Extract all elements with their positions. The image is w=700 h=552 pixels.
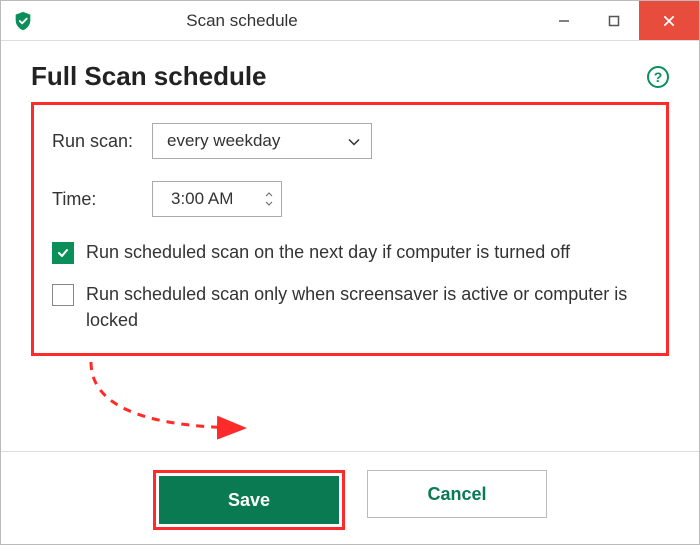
heading-row: Full Scan schedule ? bbox=[31, 61, 669, 92]
maximize-button[interactable] bbox=[589, 1, 639, 40]
scan-schedule-window: Scan schedule Full Scan schedule ? Run s… bbox=[0, 0, 700, 545]
close-button[interactable] bbox=[639, 1, 699, 40]
time-row: Time: 3:00 AM bbox=[52, 181, 648, 217]
save-button-highlight: Save bbox=[153, 470, 345, 530]
titlebar: Scan schedule bbox=[1, 1, 699, 41]
checkbox-next-day[interactable] bbox=[52, 242, 74, 264]
time-label: Time: bbox=[52, 189, 152, 210]
save-button[interactable]: Save bbox=[159, 476, 339, 524]
footer-buttons: Save Cancel bbox=[1, 451, 699, 552]
time-value: 3:00 AM bbox=[171, 189, 233, 208]
run-scan-label: Run scan: bbox=[52, 131, 152, 152]
cancel-button[interactable]: Cancel bbox=[367, 470, 547, 518]
content-area: Full Scan schedule ? Run scan: every wee… bbox=[1, 41, 699, 451]
settings-highlight-box: Run scan: every weekday Time: 3:00 AM bbox=[31, 102, 669, 356]
window-title: Scan schedule bbox=[0, 11, 539, 31]
time-spinner-icon bbox=[265, 191, 273, 207]
window-controls bbox=[539, 1, 699, 40]
page-title: Full Scan schedule bbox=[31, 61, 267, 92]
minimize-button[interactable] bbox=[539, 1, 589, 40]
time-input[interactable]: 3:00 AM bbox=[152, 181, 282, 217]
checkbox-next-day-label: Run scheduled scan on the next day if co… bbox=[86, 239, 570, 265]
checkbox-screensaver-row: Run scheduled scan only when screensaver… bbox=[52, 281, 648, 333]
run-scan-select[interactable]: every weekday bbox=[152, 123, 372, 159]
checkbox-next-day-row: Run scheduled scan on the next day if co… bbox=[52, 239, 648, 265]
help-icon[interactable]: ? bbox=[647, 66, 669, 88]
annotation-arrow bbox=[31, 366, 669, 441]
checkbox-screensaver-label: Run scheduled scan only when screensaver… bbox=[86, 281, 648, 333]
run-scan-row: Run scan: every weekday bbox=[52, 123, 648, 159]
checkbox-screensaver[interactable] bbox=[52, 284, 74, 306]
